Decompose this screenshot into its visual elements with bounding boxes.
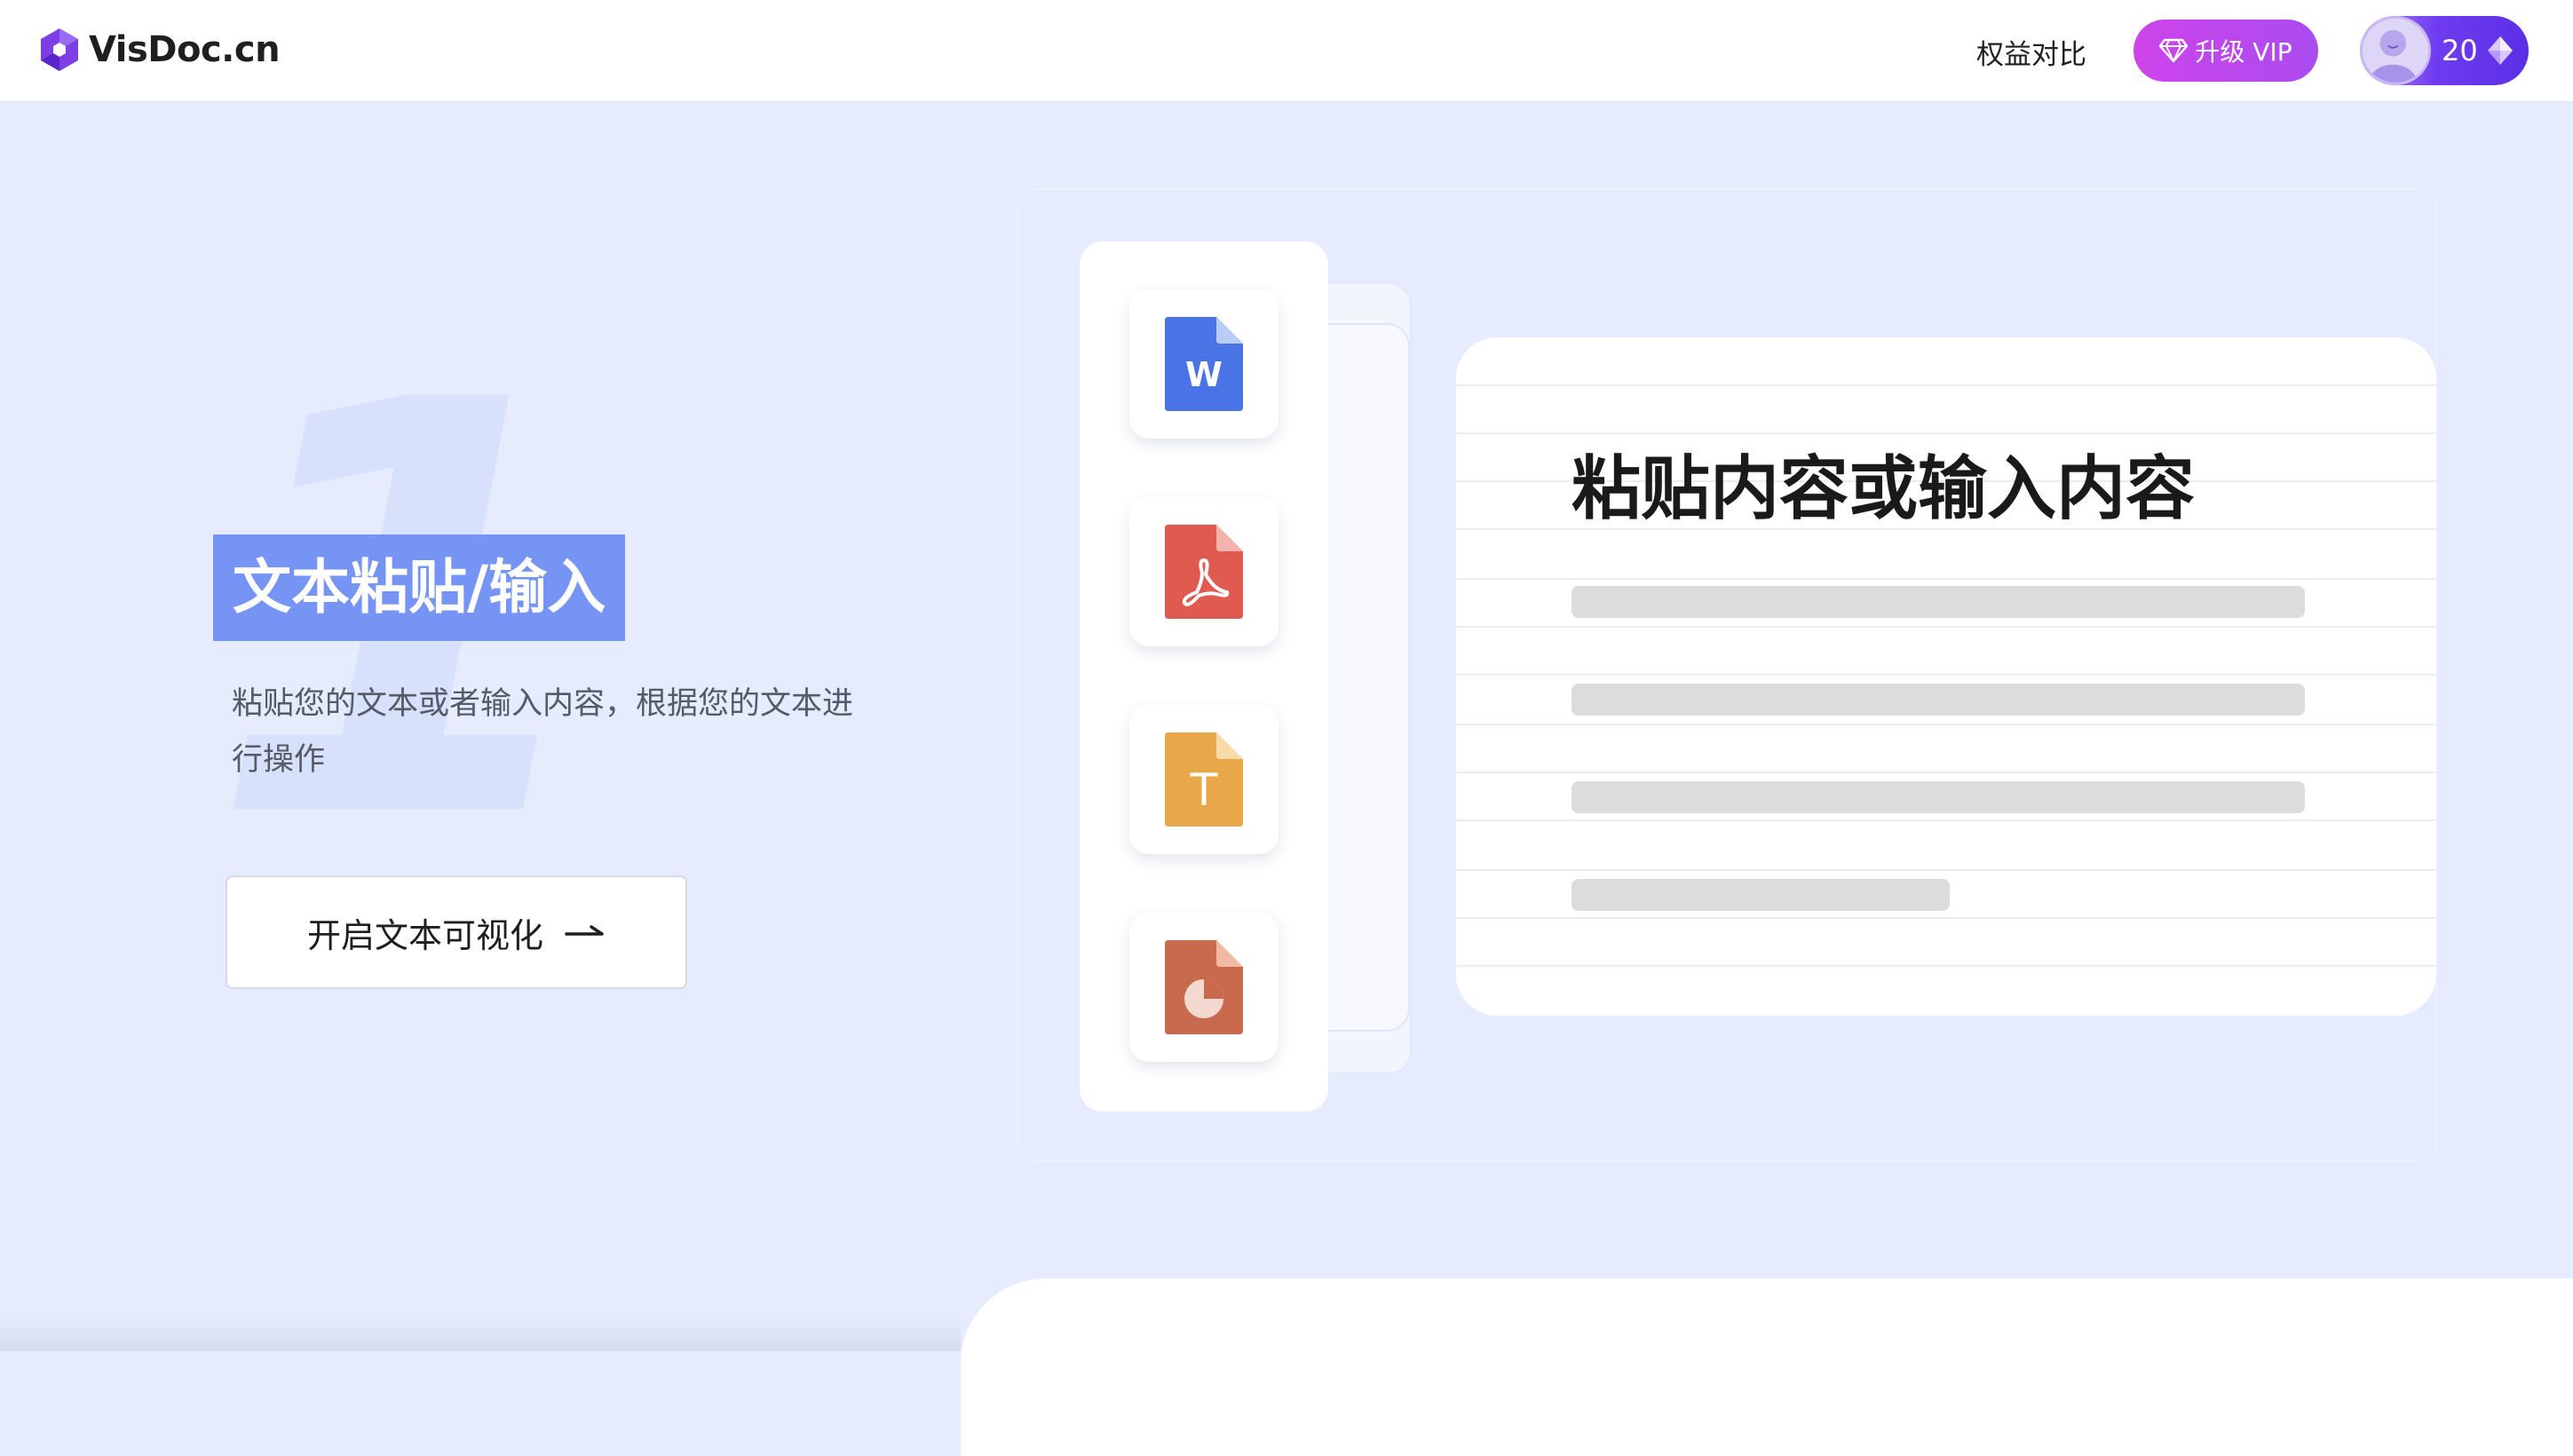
- start-text-visualization-button[interactable]: 开启文本可视化: [226, 875, 687, 989]
- user-credits-pill[interactable]: 20: [2360, 16, 2529, 85]
- text-file-tile: T: [1129, 705, 1279, 854]
- file-type-column: W T: [1080, 241, 1328, 1112]
- placeholder-line: [1572, 879, 1950, 911]
- arrow-right-icon: [565, 925, 604, 936]
- brand-logo[interactable]: VisDoc.cn: [39, 27, 281, 73]
- word-letter: W: [1185, 355, 1223, 394]
- upgrade-vip-label: 升级 VIP: [2195, 37, 2292, 67]
- user-avatar-icon[interactable]: [2360, 16, 2431, 85]
- section-shadow: [0, 1314, 961, 1351]
- text-editor-preview: 粘贴内容或输入内容: [1456, 337, 2436, 1016]
- diamond-icon: [2159, 38, 2189, 63]
- top-navbar: VisDoc.cn 权益对比 升级 VIP 20: [0, 0, 2573, 102]
- hero-title: 文本粘贴/输入: [213, 534, 626, 641]
- pdf-file-icon: [1165, 525, 1243, 619]
- word-file-icon: W: [1165, 317, 1243, 411]
- visdoc-logo-icon: [41, 28, 78, 71]
- ppt-file-tile: [1129, 913, 1279, 1062]
- credits-count: 20: [2442, 34, 2478, 67]
- benefits-compare-link[interactable]: 权益对比: [1976, 32, 2086, 72]
- editor-title: 粘贴内容或输入内容: [1572, 449, 2196, 529]
- text-file-icon: T: [1165, 732, 1243, 827]
- pdf-file-tile: [1129, 497, 1279, 646]
- ppt-file-icon: [1165, 940, 1243, 1034]
- text-letter: T: [1190, 764, 1218, 816]
- placeholder-line: [1572, 684, 2305, 716]
- hero-description: 粘贴您的文本或者输入内容，根据您的文本进行操作: [232, 686, 854, 778]
- cta-label: 开启文本可视化: [306, 915, 543, 955]
- next-section-card: [961, 1278, 2573, 1456]
- placeholder-line: [1572, 586, 2305, 618]
- upgrade-vip-button[interactable]: 升级 VIP: [2134, 20, 2318, 82]
- placeholder-line: [1572, 781, 2305, 813]
- brand-name: VisDoc.cn: [89, 29, 281, 70]
- word-file-tile: W: [1129, 289, 1279, 439]
- gem-icon: [2488, 36, 2513, 65]
